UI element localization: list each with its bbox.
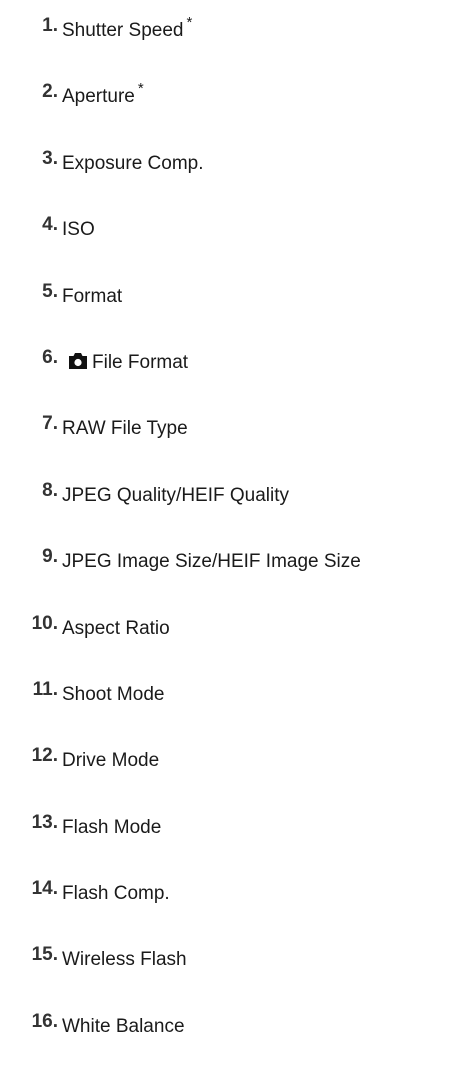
item-label: Aspect Ratio — [62, 617, 170, 639]
item-label: JPEG Image Size/HEIF Image Size — [62, 551, 361, 573]
footnote-asterisk: * — [186, 14, 193, 31]
item-number: 12. — [31, 745, 58, 767]
item-number: 4. — [42, 214, 58, 236]
list-item: 4. ISO — [0, 207, 471, 273]
item-label-wrap: File Format — [62, 351, 188, 375]
item-number: 6. — [42, 346, 58, 368]
item-label: Wireless Flash — [62, 949, 187, 971]
item-label: RAW File Type — [62, 418, 188, 440]
list-item: 13. Flash Mode — [0, 805, 471, 871]
item-label: Shoot Mode — [62, 683, 165, 705]
list-item: 7. RAW File Type — [0, 406, 471, 472]
list-item: 9. JPEG Image Size/HEIF Image Size — [0, 539, 471, 605]
item-label: ISO — [62, 219, 95, 241]
still-camera-icon — [69, 352, 87, 369]
settings-list: 1. Shutter Speed * 2. Aperture * 3. Exposu… — [0, 8, 471, 1070]
list-item: 11. Shoot Mode — [0, 672, 471, 738]
item-label-wrap: Aperture * — [62, 80, 144, 110]
item-number: 11. — [32, 678, 58, 700]
item-number: 7. — [42, 413, 58, 435]
item-label: Aperture — [62, 86, 135, 108]
item-label: Shutter Speed — [62, 20, 184, 41]
item-number: 5. — [42, 280, 58, 302]
item-label: White Balance — [62, 1015, 185, 1037]
footnote-asterisk: * — [137, 80, 144, 98]
list-item: 8. JPEG Quality/HEIF Quality — [0, 473, 471, 539]
item-number: 13. — [31, 811, 58, 833]
item-number: 10. — [31, 612, 58, 634]
item-number: 2. — [42, 81, 58, 103]
item-label: Format — [62, 285, 123, 307]
list-item: 2. Aperture * — [0, 74, 471, 140]
item-label: Flash Mode — [62, 816, 162, 838]
item-number: 16. — [31, 1010, 58, 1032]
item-label: File Format — [92, 351, 189, 373]
item-label: Exposure Comp. — [62, 152, 204, 174]
list-item: 1. Shutter Speed * — [0, 8, 471, 74]
item-label: Flash Comp. — [62, 883, 170, 905]
item-number: 9. — [42, 546, 58, 568]
list-item: 10. Aspect Ratio — [0, 606, 471, 672]
list-item: 12. Drive Mode — [0, 738, 471, 804]
list-item: 5. Format — [0, 274, 471, 340]
list-item: 16. White Balance — [0, 1004, 471, 1070]
item-label: Drive Mode — [62, 750, 160, 772]
item-number: 8. — [42, 479, 58, 501]
list-item: 3. Exposure Comp. — [0, 141, 471, 207]
list-item: 14. Flash Comp. — [0, 871, 471, 937]
item-number: 1. — [42, 15, 58, 36]
list-item: 15. Wireless Flash — [0, 937, 471, 1003]
item-label: JPEG Quality/HEIF Quality — [62, 484, 290, 506]
item-number: 3. — [42, 147, 58, 169]
item-number: 14. — [31, 878, 58, 900]
item-label-wrap: Shutter Speed * — [62, 14, 192, 44]
item-number: 15. — [31, 944, 58, 966]
list-item: 6. File Format — [0, 340, 471, 406]
